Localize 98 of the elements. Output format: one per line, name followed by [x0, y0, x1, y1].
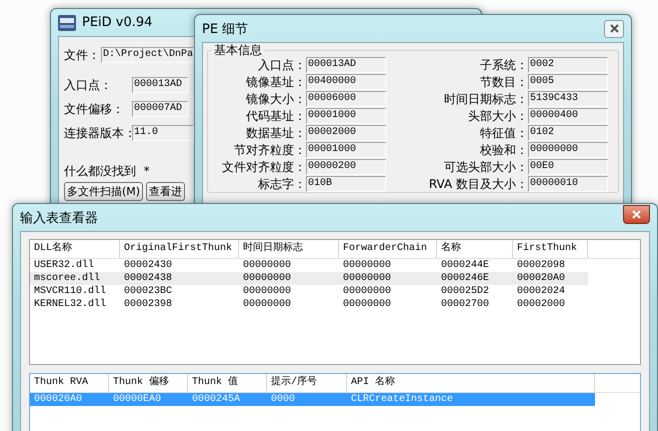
table-cell-text: 00000000 [342, 285, 392, 298]
field-label: 时间日期标志： [443, 91, 528, 107]
column-header[interactable]: 提示/序号 [267, 374, 347, 392]
list-view[interactable]: Thunk RVA Thunk 偏移 Thunk 值 提示/序号 API 名称 000020A0 00000EA0 0000245A 0000 CLRCreateInstance [29, 373, 641, 431]
table-cell-text: 00002700 [440, 298, 490, 311]
value-field[interactable]: 5139C433 [528, 91, 608, 107]
column-header[interactable]: API 名称 [347, 374, 595, 392]
list-row[interactable]: KERNEL32.dll 00002398 00000000 00000000 00002700 00002000 [30, 298, 588, 311]
value-field[interactable]: 010B [306, 176, 386, 192]
table-cell-text: 0000246E [440, 272, 490, 285]
close-button[interactable] [623, 205, 650, 224]
value-field[interactable]: 0102 [528, 125, 608, 141]
field-label: 特征值： [479, 125, 528, 141]
value-field[interactable]: 000007AD [132, 101, 188, 117]
toolbar-button[interactable]: 查看进 [146, 182, 186, 201]
value-field[interactable]: 00E0 [528, 159, 608, 175]
scan-result: 什么都没找到 * [64, 163, 150, 180]
table-cell-text: 00002000 [516, 298, 566, 311]
column-header[interactable]: Thunk 偏移 [109, 374, 188, 392]
list-view[interactable] [29, 239, 641, 365]
field-label: 文件： [64, 47, 100, 63]
table-cell-text: 000020A0 [516, 272, 566, 285]
field-label: 子系统： [479, 57, 528, 73]
table-cell-text: 00000000 [342, 298, 392, 311]
app-logo-icon [58, 14, 76, 30]
field-label: 连接器版本： [64, 125, 132, 141]
value-field[interactable]: 0002 [528, 57, 608, 73]
table-cell-text: 00002430 [123, 259, 174, 272]
window-title: PE 细节 [202, 20, 248, 38]
column-header[interactable]: Thunk RVA [30, 374, 109, 392]
field-label: 文件对齐粒度： [221, 159, 306, 175]
value-field[interactable]: 000013AD [132, 77, 188, 93]
column-header[interactable]: 名称 [437, 240, 513, 258]
close-button[interactable] [604, 20, 624, 38]
field-label: 头部大小： [467, 108, 528, 124]
field-label: 镜像大小： [245, 91, 306, 107]
table-cell-text: 00002024 [516, 285, 566, 298]
group-title: 基本信息 [213, 43, 263, 57]
table-cell-text: 000020A0 [33, 393, 84, 406]
table-cell-text: 00000000 [242, 272, 292, 285]
field-label: 节数目： [479, 74, 528, 90]
field-label: 可选头部大小： [443, 159, 528, 175]
table-cell-text: 00002398 [123, 298, 174, 311]
field-label: 节对齐粒度： [233, 142, 306, 158]
table-cell-text: 0000244E [440, 259, 490, 272]
value-field[interactable]: 00006000 [306, 91, 386, 107]
field-label: 数据基址： [245, 125, 306, 141]
table-cell-text: 00002098 [516, 259, 566, 272]
column-header[interactable]: DLL名称 [30, 240, 120, 258]
column-header[interactable]: FirstThunk [513, 240, 588, 258]
value-field[interactable]: 00002000 [306, 125, 386, 141]
value-field[interactable]: 00000000 [528, 142, 608, 158]
column-header[interactable]: Thunk 值 [188, 374, 267, 392]
field-label: RVA 数目及大小： [428, 176, 528, 192]
field-label: 代码基址： [245, 108, 306, 124]
list-row[interactable]: MSVCR110.dll 000023BC 00000000 00000000 000025D2 00002024 [30, 285, 588, 298]
table-cell-text: 00000000 [242, 298, 292, 311]
field-label: 镜像基址： [245, 74, 306, 90]
column-header[interactable]: OriginalFirstThunk [120, 240, 239, 258]
column-header[interactable]: 时间日期标志 [239, 240, 339, 258]
table-cell-text: mscoree.dll [33, 272, 102, 285]
table-cell-text: 00002438 [123, 272, 174, 285]
column-header[interactable]: ForwarderChain [339, 240, 437, 258]
table-cell-text: CLRCreateInstance [350, 393, 454, 406]
value-field[interactable]: 11.0 [132, 125, 194, 141]
value-field[interactable]: 00000400 [528, 108, 608, 124]
list-row[interactable]: USER32.dll 00002430 00000000 00000000 0000244E 00002098 [30, 259, 588, 272]
list-row[interactable]: mscoree.dll 00002438 00000000 00000000 0000246E 000020A0 [30, 272, 588, 285]
window-title: PEiD v0.94 [82, 15, 152, 30]
value-field[interactable]: 00000010 [528, 176, 608, 192]
field-label: 入口点： [64, 77, 113, 93]
field-label: 校验和： [479, 142, 528, 158]
table-cell-text: 00000EA0 [112, 393, 162, 406]
value-field[interactable]: 0005 [528, 74, 608, 90]
table-cell-text: 00000000 [242, 285, 292, 298]
table-cell-text: 00000000 [342, 259, 392, 272]
table-cell-text: 00000000 [342, 272, 392, 285]
field-label: 标志字： [257, 176, 306, 192]
field-label: 文件偏移： [64, 101, 125, 117]
toolbar-button[interactable]: 多文件扫描(M) [64, 182, 144, 201]
table-cell-text: USER32.dll [33, 259, 96, 272]
table-cell-text: 00000000 [242, 259, 292, 272]
value-field[interactable]: 000013AD [306, 57, 386, 73]
close-icon [632, 210, 641, 219]
field-label: 入口点： [257, 57, 306, 73]
table-cell-text: 000023BC [123, 285, 174, 298]
value-field[interactable]: 00001000 [306, 142, 386, 158]
table-cell-text: KERNEL32.dll [33, 298, 108, 311]
file-path-field[interactable]: D:\Project\DnPa [101, 47, 194, 63]
window-title: 输入表查看器 [20, 210, 98, 226]
value-field[interactable]: 00001000 [306, 108, 386, 124]
table-cell-text: 0000245A [191, 393, 242, 406]
close-icon [610, 24, 618, 33]
table-cell-text: 0000 [270, 393, 296, 406]
table-cell-text: MSVCR110.dll [33, 285, 108, 298]
table-cell-text: 000025D2 [440, 285, 490, 298]
value-field[interactable]: 00400000 [306, 74, 386, 90]
value-field[interactable]: 00000200 [306, 159, 386, 175]
